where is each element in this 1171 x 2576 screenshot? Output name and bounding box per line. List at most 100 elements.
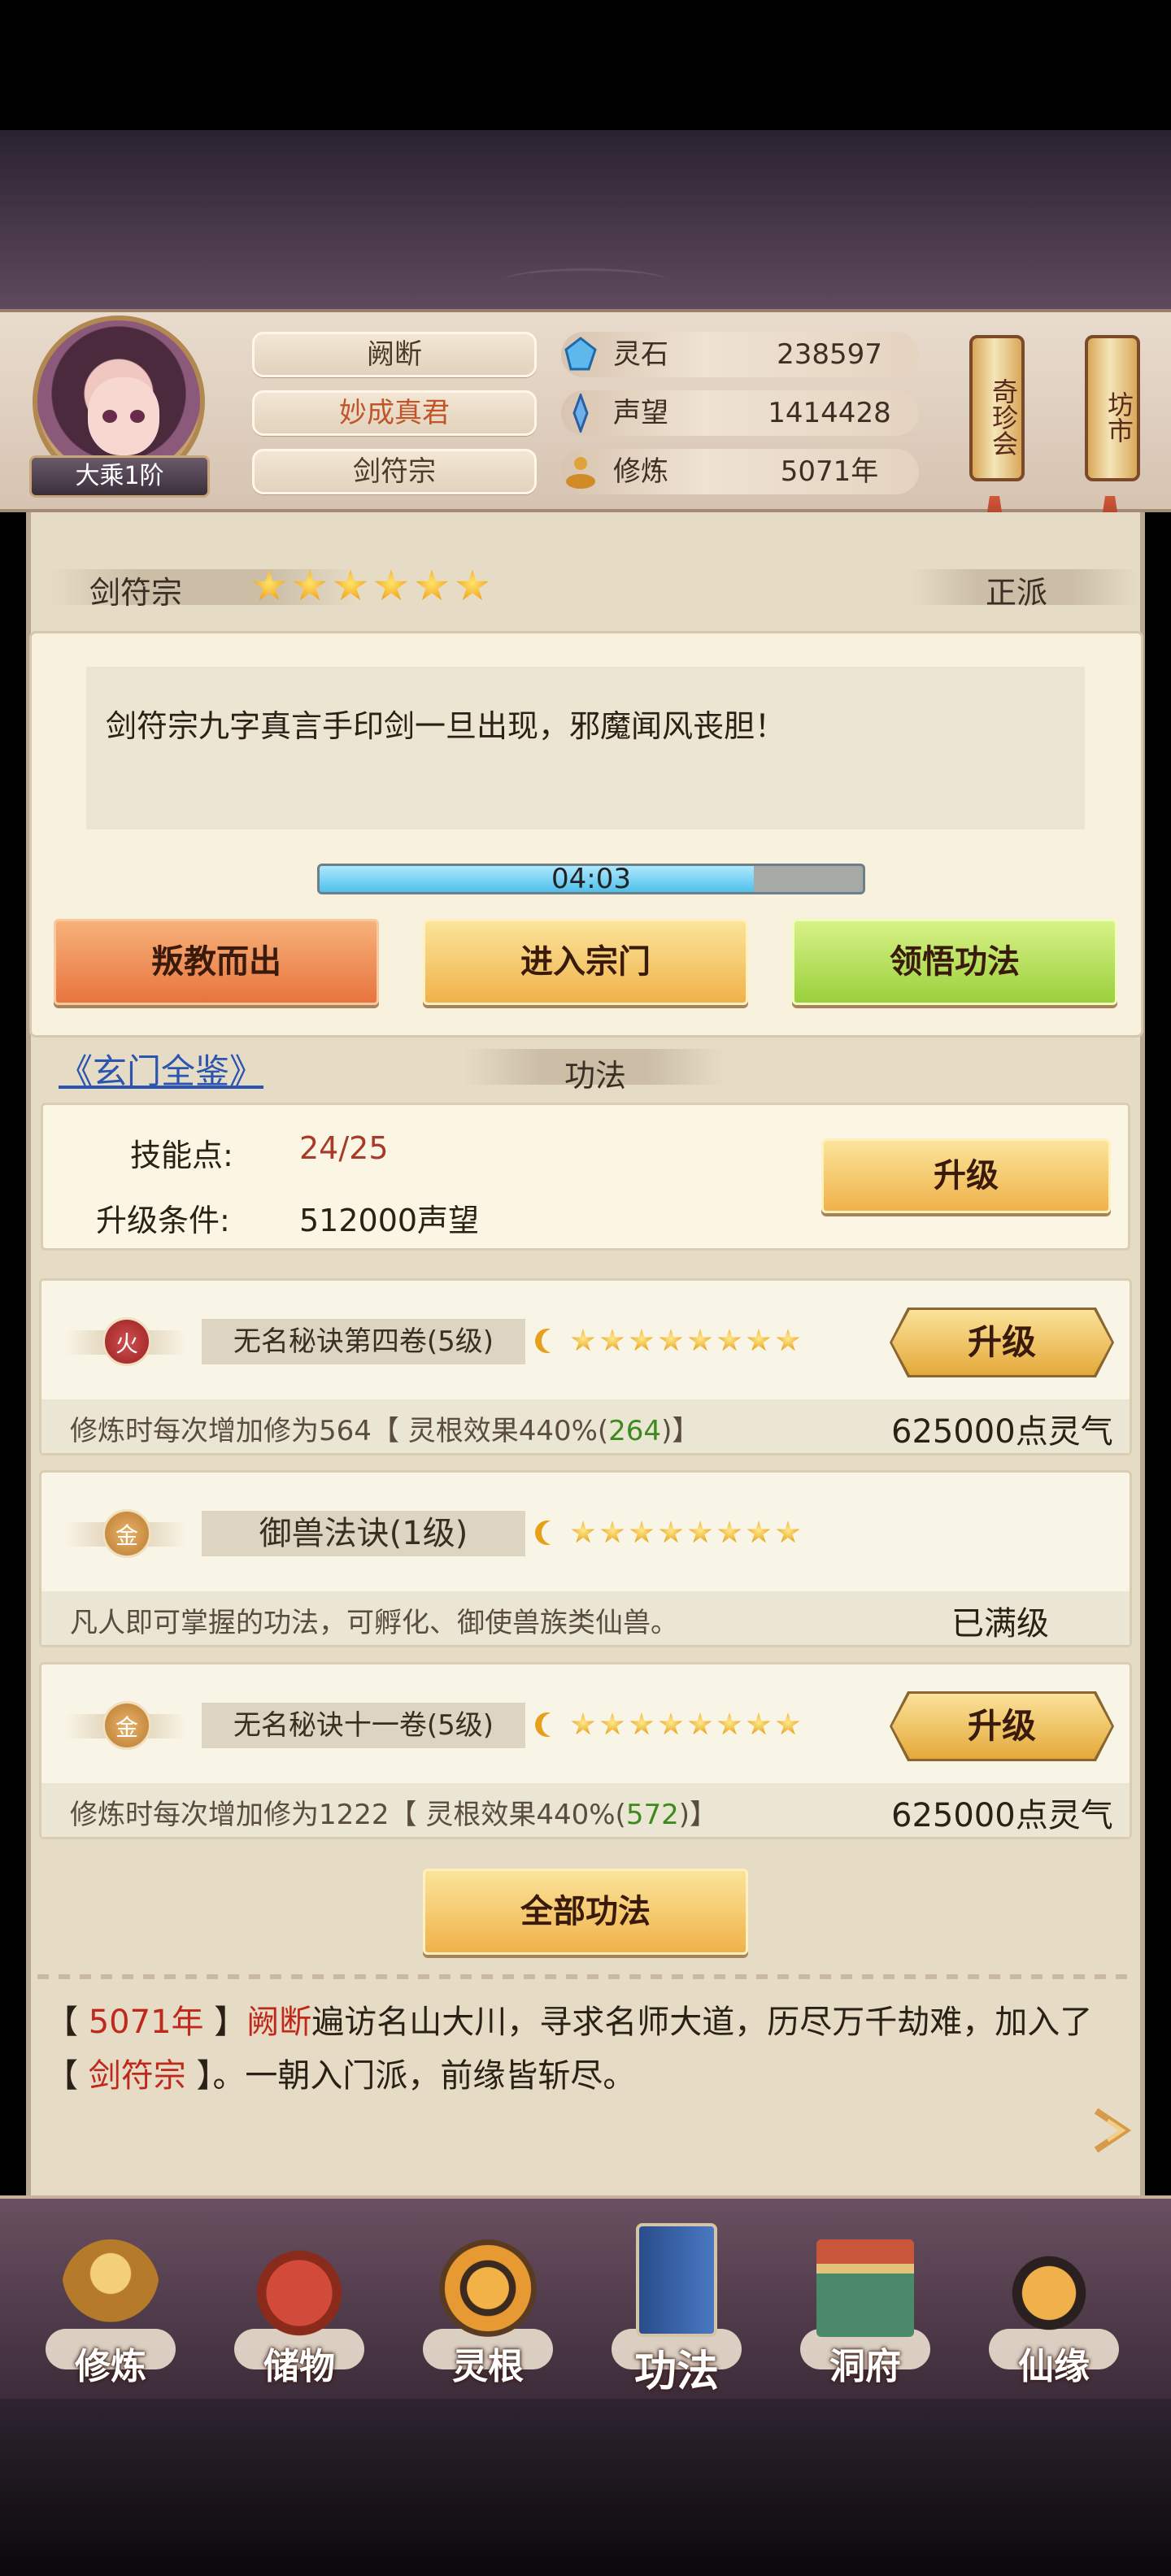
star-icon [747, 1521, 771, 1543]
skill-points-value: 24/25 [299, 1130, 389, 1166]
metal-element-icon: 金 [102, 1701, 151, 1750]
treasure-pavilion-button[interactable]: 奇珍会 [969, 335, 1025, 481]
star-icon [688, 1521, 712, 1543]
star-icon [455, 569, 490, 601]
xuanmen-encyclopedia-link[interactable]: 《玄门全鉴》 [59, 1044, 263, 1094]
star-icon [600, 1712, 625, 1735]
moon-icon [542, 1521, 566, 1545]
technique-stars [533, 1329, 805, 1356]
event-log: 【 5071年 】阙断遍访名山大川，寻求名师大道，历尽万千劫难，加入了 【 剑符… [46, 2004, 1093, 2095]
storage-bag-icon [250, 2239, 348, 2337]
technique-max-level-status: 已满级 [951, 1605, 1049, 1643]
player-title: 妙成真君 [252, 390, 537, 436]
spirit-stone-icon [564, 337, 597, 371]
rank-badge: 大乘1阶 [29, 455, 210, 498]
star-icon [659, 1521, 683, 1543]
technique-cost: 625000点灵气 [891, 1797, 1113, 1834]
next-arrow-icon[interactable] [1090, 2106, 1135, 2155]
moon-icon [542, 1712, 566, 1737]
cultivate-icon [62, 2239, 159, 2337]
home-indicator-area [0, 2399, 1171, 2576]
technique-name: 御兽法诀(1级) [202, 1511, 525, 1556]
spirit-stone-value: 238597 [777, 338, 882, 371]
nav-spirit-root[interactable]: 灵根 [407, 2199, 569, 2402]
technique-effect: 修炼时每次增加修为1222【 灵根效果440%(572)】 [70, 1799, 717, 1831]
reputation-value: 1414428 [768, 397, 891, 429]
cultivation-icon [566, 457, 595, 489]
star-icon [374, 569, 408, 601]
status-bar-area [0, 0, 1171, 130]
metal-element-icon: 金 [102, 1509, 151, 1558]
player-sect: 剑符宗 [252, 449, 537, 494]
upgrade-condition-value: 512000声望 [299, 1203, 480, 1238]
cultivation-stat: 修炼 5071年 [561, 449, 919, 494]
reputation-stat: 声望 1414428 [561, 390, 919, 436]
timer-text: 04:03 [551, 864, 631, 894]
sect-alignment: 正派 [986, 575, 1048, 611]
sect-rating-stars [252, 569, 529, 605]
star-icon [571, 1329, 595, 1351]
technique-name: 无名秘诀第四卷(5级) [202, 1319, 525, 1364]
star-icon [333, 569, 368, 601]
star-icon [688, 1329, 712, 1351]
star-icon [629, 1521, 654, 1543]
star-icon [747, 1329, 771, 1351]
fire-element-icon: 火 [102, 1317, 151, 1366]
upgrade-condition-label: 升级条件: [96, 1203, 230, 1238]
technique-stars [533, 1521, 805, 1548]
skills-title: 功法 [564, 1058, 627, 1094]
leave-sect-button[interactable]: 叛教而出 [54, 919, 379, 1005]
nav-technique[interactable]: 功法 [595, 2199, 758, 2402]
star-icon [571, 1712, 595, 1735]
star-icon [659, 1329, 683, 1351]
nav-cave-mansion[interactable]: 洞府 [784, 2199, 947, 2402]
top-banner [0, 130, 1171, 309]
comprehend-technique-button[interactable]: 领悟功法 [792, 919, 1117, 1005]
technique-effect: 凡人即可掌握的功法，可孵化、御使兽族类仙兽。 [70, 1607, 678, 1639]
upgrade-technique-button[interactable]: 升级 [892, 1310, 1112, 1375]
upgrade-technique-button[interactable]: 升级 [892, 1694, 1112, 1759]
star-icon [717, 1329, 742, 1351]
timer-progress-bar: 04:03 [317, 864, 865, 894]
sect-description: 剑符宗九字真言手印剑一旦出现，邪魔闻风丧胆！ [106, 708, 786, 744]
market-button[interactable]: 坊市 [1085, 335, 1140, 481]
star-icon [571, 1521, 595, 1543]
nav-storage[interactable]: 储物 [218, 2199, 381, 2402]
nav-cultivate[interactable]: 修炼 [29, 2199, 192, 2402]
reputation-icon [572, 394, 589, 433]
star-icon [747, 1712, 771, 1735]
star-icon [776, 1521, 800, 1543]
spirit-stone-stat: 灵石 238597 [561, 332, 919, 377]
sect-name: 剑符宗 [89, 575, 183, 611]
technique-book-icon [636, 2223, 717, 2337]
cultivation-value: 5071年 [780, 455, 879, 488]
immortal-fate-icon [1005, 2239, 1103, 2337]
technique-effect: 修炼时每次增加修为564【 灵根效果440%(264)】 [70, 1415, 700, 1447]
star-icon [629, 1712, 654, 1735]
star-icon [717, 1712, 742, 1735]
star-icon [659, 1712, 683, 1735]
star-icon [252, 569, 286, 601]
spirit-stone-label: 灵石 [613, 338, 668, 371]
star-icon [600, 1329, 625, 1351]
enter-sect-button[interactable]: 进入宗门 [423, 919, 748, 1005]
player-name: 阙断 [252, 332, 537, 377]
star-icon [717, 1521, 742, 1543]
technique-name: 无名秘诀十一卷(5级) [202, 1703, 525, 1748]
technique-cost: 625000点灵气 [891, 1413, 1113, 1451]
star-icon [688, 1712, 712, 1735]
cave-mansion-icon [816, 2239, 914, 2337]
skill-points-label: 技能点: [130, 1138, 233, 1173]
star-icon [415, 569, 449, 601]
star-icon [600, 1521, 625, 1543]
star-icon [293, 569, 327, 601]
cultivation-label: 修炼 [613, 455, 668, 488]
reputation-label: 声望 [613, 397, 668, 429]
spirit-root-icon [439, 2239, 537, 2337]
technique-stars [533, 1712, 805, 1740]
upgrade-skill-points-button[interactable]: 升级 [821, 1138, 1111, 1213]
nav-immortal-fate[interactable]: 仙缘 [973, 2199, 1135, 2402]
all-techniques-button[interactable]: 全部功法 [423, 1869, 748, 1955]
moon-icon [542, 1329, 566, 1353]
divider [37, 1974, 1135, 1979]
